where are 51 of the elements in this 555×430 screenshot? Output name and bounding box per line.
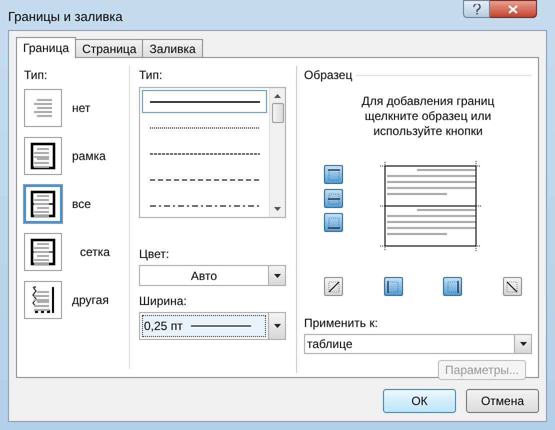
close-icon [508,4,518,14]
color-label: Цвет: [139,246,170,263]
line-style-list[interactable] [139,87,286,218]
help-button[interactable] [463,0,490,18]
dropdown-button[interactable] [514,335,531,353]
scroll-up-icon[interactable] [274,94,281,98]
border-toggle-button[interactable] [443,277,462,296]
line-style-option[interactable] [142,90,267,113]
scrollbar[interactable] [269,88,285,217]
setting-option-label: другая [72,292,109,309]
preview-hint: Для добавления границ щелкните образец или используйте кнопки [360,94,496,139]
border-line-icon [504,278,520,294]
caret-icon [520,342,526,346]
line-width-sample [190,325,251,327]
tab[interactable]: Заливка [142,39,203,58]
width-label: Ширина: [139,293,188,310]
preview-title: Образец [304,67,352,84]
border-toggle-button[interactable] [324,277,343,296]
setting-option[interactable] [24,233,62,271]
caret-icon [274,324,280,328]
border-line-icon [326,278,342,294]
help-icon [472,4,480,14]
scroll-thumb[interactable] [272,103,284,123]
style-label: Тип: [139,67,164,84]
tab[interactable]: Страница [75,39,144,58]
dropdown-button[interactable] [268,266,285,285]
setting-option[interactable] [24,137,62,175]
scroll-down-icon[interactable] [274,207,281,211]
border-toggle-button[interactable] [324,189,343,208]
border-toggle-button[interactable] [384,277,403,296]
close-button[interactable] [490,0,537,18]
window-title: Границы и заливка [8,8,123,26]
setting-option-label: рамка [72,148,106,165]
setting-label: Тип: [24,67,48,84]
width-dropdown[interactable]: 0,25 пт [139,312,286,340]
border-toggle-button[interactable] [324,165,343,184]
setting-option[interactable] [24,185,62,223]
dialog-button[interactable]: Отмена [466,389,539,413]
border-toggle-button[interactable] [502,277,522,296]
dialog-button[interactable]: ОК [383,389,456,413]
border-toggle-button[interactable] [324,213,343,232]
apply-dropdown[interactable]: таблице [304,334,532,354]
caret-icon [274,274,280,278]
dropdown-button[interactable] [268,313,285,339]
setting-option-label: нет [72,100,90,117]
setting-option[interactable] [24,281,62,319]
color-dropdown[interactable]: Авто [139,265,286,286]
setting-option-label: сетка [80,244,110,261]
tab[interactable]: Граница [16,37,76,58]
apply-label: Применить к: [304,315,379,332]
setting-option-label: все [72,196,91,213]
